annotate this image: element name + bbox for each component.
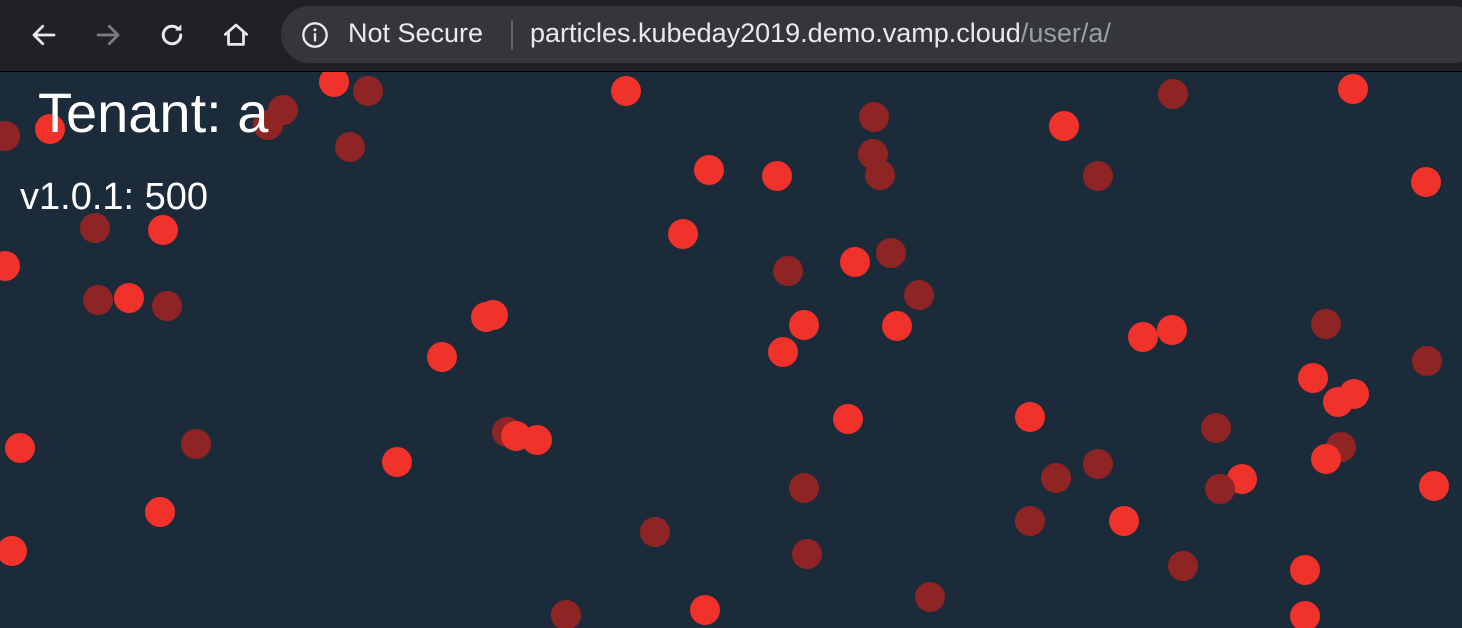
url-path: /user/a/ [1020, 18, 1111, 48]
particle [353, 76, 383, 106]
url-text[interactable]: particles.kubeday2019.demo.vamp.cloud/us… [530, 18, 1111, 49]
particle [1049, 111, 1079, 141]
particle [1205, 474, 1235, 504]
particle [1083, 161, 1113, 191]
security-status-label[interactable]: Not Secure [348, 18, 483, 49]
particle [768, 337, 798, 367]
particle [1128, 322, 1158, 352]
address-bar-divider [511, 20, 513, 50]
tenant-title: Tenant: a [38, 81, 269, 144]
particle [114, 283, 144, 313]
info-icon[interactable] [301, 21, 329, 49]
particle [1015, 506, 1045, 536]
particle [865, 160, 895, 190]
particle [789, 310, 819, 340]
particle [551, 600, 581, 628]
particle [152, 291, 182, 321]
particle [1339, 379, 1369, 409]
home-button[interactable] [214, 13, 258, 57]
particle [1158, 79, 1188, 109]
particle [840, 247, 870, 277]
particle [640, 517, 670, 547]
particle [904, 280, 934, 310]
particle [792, 539, 822, 569]
particle [1168, 551, 1198, 581]
address-bar[interactable]: Not Secure particles.kubeday2019.demo.va… [281, 6, 1462, 63]
particle [859, 102, 889, 132]
browser-toolbar: Not Secure particles.kubeday2019.demo.va… [0, 0, 1462, 72]
particle [668, 219, 698, 249]
particle [145, 497, 175, 527]
particle [0, 121, 20, 151]
url-host: particles.kubeday2019.demo.vamp.cloud [530, 18, 1021, 48]
particle [0, 536, 27, 566]
arrow-right-icon [96, 24, 120, 46]
particle [611, 76, 641, 106]
particle [694, 155, 724, 185]
particle [1201, 413, 1231, 443]
home-icon [224, 23, 248, 46]
particle [833, 404, 863, 434]
particle [1290, 555, 1320, 585]
particle [268, 95, 298, 125]
particle [773, 256, 803, 286]
page-viewport: Tenant: a v1.0.1: 500 [0, 72, 1462, 628]
particle [1311, 444, 1341, 474]
particle [1311, 309, 1341, 339]
particle [1041, 463, 1071, 493]
particle [1419, 471, 1449, 501]
particle [762, 161, 792, 191]
particle-canvas [0, 72, 1449, 628]
particle [1290, 601, 1320, 628]
particle [148, 215, 178, 245]
particle [789, 473, 819, 503]
forward-button[interactable] [86, 13, 130, 57]
particle [319, 72, 349, 97]
particle [690, 595, 720, 625]
particle [0, 251, 20, 281]
particle [1411, 167, 1441, 197]
particle [181, 429, 211, 459]
particle [83, 285, 113, 315]
particle [882, 311, 912, 341]
reload-icon [161, 24, 183, 46]
particle [1298, 363, 1328, 393]
particle [1338, 74, 1368, 104]
particle [5, 433, 35, 463]
particle [478, 300, 508, 330]
particle [1083, 449, 1113, 479]
version-count-readout: v1.0.1: 500 [20, 176, 209, 218]
particle [876, 238, 906, 268]
arrow-left-icon [32, 24, 56, 46]
particle [1412, 346, 1442, 376]
reload-button[interactable] [150, 13, 194, 57]
particle [427, 342, 457, 372]
particle [1015, 402, 1045, 432]
particle [382, 447, 412, 477]
particle [522, 425, 552, 455]
back-button[interactable] [22, 13, 66, 57]
particle [1157, 315, 1187, 345]
particle [335, 132, 365, 162]
particle [1109, 506, 1139, 536]
particle [915, 582, 945, 612]
